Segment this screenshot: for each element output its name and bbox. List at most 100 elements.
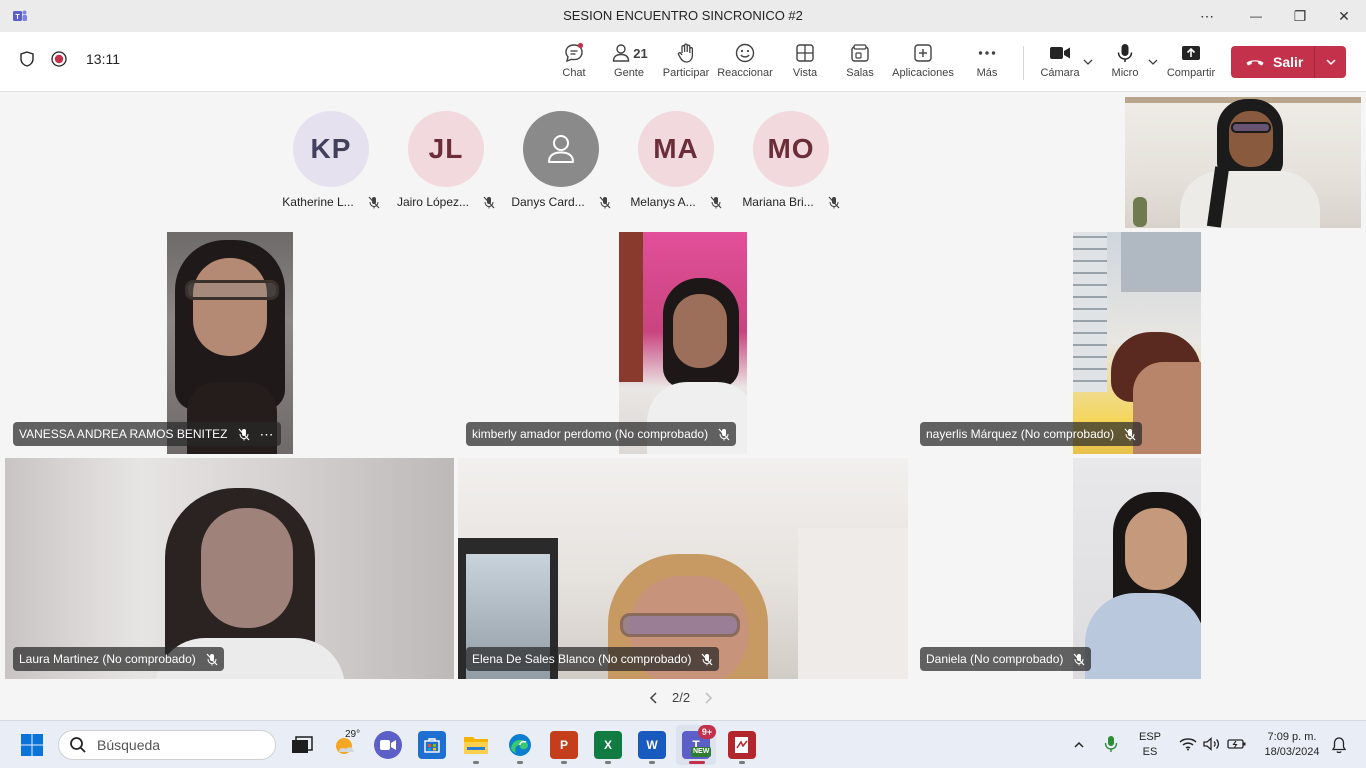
leave-button[interactable]: Salir [1231,46,1315,78]
toolbar-divider [1023,46,1024,80]
meet-icon[interactable] [374,731,402,759]
participant-video-tile[interactable] [167,232,293,454]
mic-options-chevron-icon[interactable] [1147,56,1159,68]
share-button[interactable]: Compartir [1164,42,1218,86]
avatar: JL [408,111,484,187]
mic-label: Micro [1111,67,1139,79]
battery-icon[interactable] [1227,737,1247,751]
clock[interactable]: 7:09 p. m. 18/03/2024 [1256,730,1328,760]
chevron-down-icon [1325,59,1336,66]
camera-icon [1050,47,1070,59]
participant-name-tag: Daniela (No comprobado) [920,647,1092,671]
participant-name: Mariana Bri... [742,195,814,209]
clock-date: 18/03/2024 [1264,746,1320,758]
more-label: Más [976,67,998,79]
microphone-tray-icon[interactable] [1104,735,1118,753]
file-explorer-icon[interactable] [462,731,490,759]
mic-off-icon [710,196,722,208]
teams-icon[interactable]: T 9+ NEW [682,725,716,759]
meeting-toolbar: 13:11 Chat 21 Gente Participar Reacciona… [0,32,1366,92]
participant-avatar-tile[interactable]: MO Mariana Bri... [736,111,846,209]
weather-icon[interactable]: 29° [332,729,361,759]
avatar: MA [638,111,714,187]
chevron-left-icon[interactable] [648,691,660,705]
page-indicator: 2/2 [672,690,691,705]
people-count: 21 [633,45,648,61]
participant-more-icon[interactable]: ⋯ [260,426,275,443]
participant-name: Katherine L... [282,195,354,209]
add-app-icon [914,44,932,62]
participant-name: Danys Card... [511,195,585,209]
camera-button[interactable]: Cámara [1040,42,1080,86]
people-icon [613,44,630,62]
input-language[interactable]: ESP ES [1136,730,1164,760]
person-icon [548,135,574,163]
mic-off-icon [1124,428,1136,440]
excel-icon[interactable]: X [594,731,622,759]
apps-button[interactable]: Aplicaciones [891,42,955,86]
participant-name-tag: VANESSA ANDREA RAMOS BENITEZ ⋯ [13,422,281,446]
word-icon[interactable]: W [638,731,666,759]
restore-button[interactable]: ❐ [1277,0,1323,32]
leave-options-button[interactable] [1315,46,1346,78]
view-button[interactable]: Vista [789,42,821,86]
participant-video-tile[interactable] [1073,458,1201,679]
powerpoint-icon[interactable]: P [550,731,578,759]
weather-temp: 29° [345,729,361,740]
participant-avatar-tile[interactable]: Danys Card... [506,111,616,209]
mic-off-icon [368,196,380,208]
react-button[interactable]: Reaccionar [717,42,773,86]
grid-view-icon [796,44,814,62]
clock-time: 7:09 p. m. [1267,731,1317,743]
pdf-icon[interactable] [728,731,756,759]
breakout-rooms-icon [851,44,869,62]
hang-up-icon [1246,60,1264,66]
chat-button[interactable]: Chat [558,42,590,86]
more-button[interactable]: Más [972,42,1002,86]
minimize-button[interactable]: — [1233,0,1279,32]
leave-button-group: Salir [1231,46,1346,78]
participant-video-tile[interactable] [458,458,908,679]
chevron-right-icon[interactable] [702,691,714,705]
notifications-bell-icon[interactable] [1331,736,1347,754]
edge-icon[interactable] [506,731,534,759]
participant-avatar-tile[interactable]: KP Katherine L... [276,111,386,209]
raise-hand-button[interactable]: Participar [662,42,710,86]
participant-avatar-tile[interactable]: MA Melanys A... [621,111,731,209]
mic-off-icon [238,428,249,440]
start-icon[interactable] [21,734,43,756]
participant-name-tag: Elena De Sales Blanco (No comprobado) [466,647,720,671]
store-icon[interactable] [418,731,446,759]
participant-name: Elena De Sales Blanco (No comprobado) [472,652,692,666]
wifi-icon[interactable] [1179,737,1197,751]
participant-name: nayerlis Márquez (No comprobado) [926,427,1115,441]
raise-hand-label: Participar [662,67,710,79]
task-view-icon[interactable] [288,731,316,759]
participant-avatar-tile[interactable]: JL Jairo López... [391,111,501,209]
chat-label: Chat [562,67,586,79]
participant-video-tile[interactable] [619,232,747,454]
notification-badge: 9+ [698,725,716,739]
shield-icon[interactable] [18,50,36,68]
people-button[interactable]: 21 Gente [610,42,648,86]
chevron-up-icon[interactable] [1073,739,1085,751]
volume-icon[interactable] [1203,737,1221,751]
avatar [523,111,599,187]
camera-options-chevron-icon[interactable] [1082,56,1094,68]
self-video-tile[interactable] [1125,97,1361,228]
mic-button[interactable]: Micro [1108,42,1142,86]
mic-off-icon [718,428,730,440]
chat-icon [565,42,584,63]
breakout-rooms-button[interactable]: Salas [845,42,875,86]
gallery-pager: 2/2 [648,690,714,705]
running-indicator [739,761,745,764]
participant-video-tile[interactable] [1073,232,1201,454]
smiley-icon [735,43,755,63]
window-more-button[interactable]: ⋯ [1184,0,1230,32]
close-button[interactable]: ✕ [1321,0,1366,32]
react-label: Reaccionar [717,67,773,79]
meeting-timer: 13:11 [86,51,120,67]
participant-video-tile[interactable] [5,458,454,679]
taskbar-search[interactable]: Búsqueda [58,730,276,760]
microphone-icon [1117,44,1133,62]
